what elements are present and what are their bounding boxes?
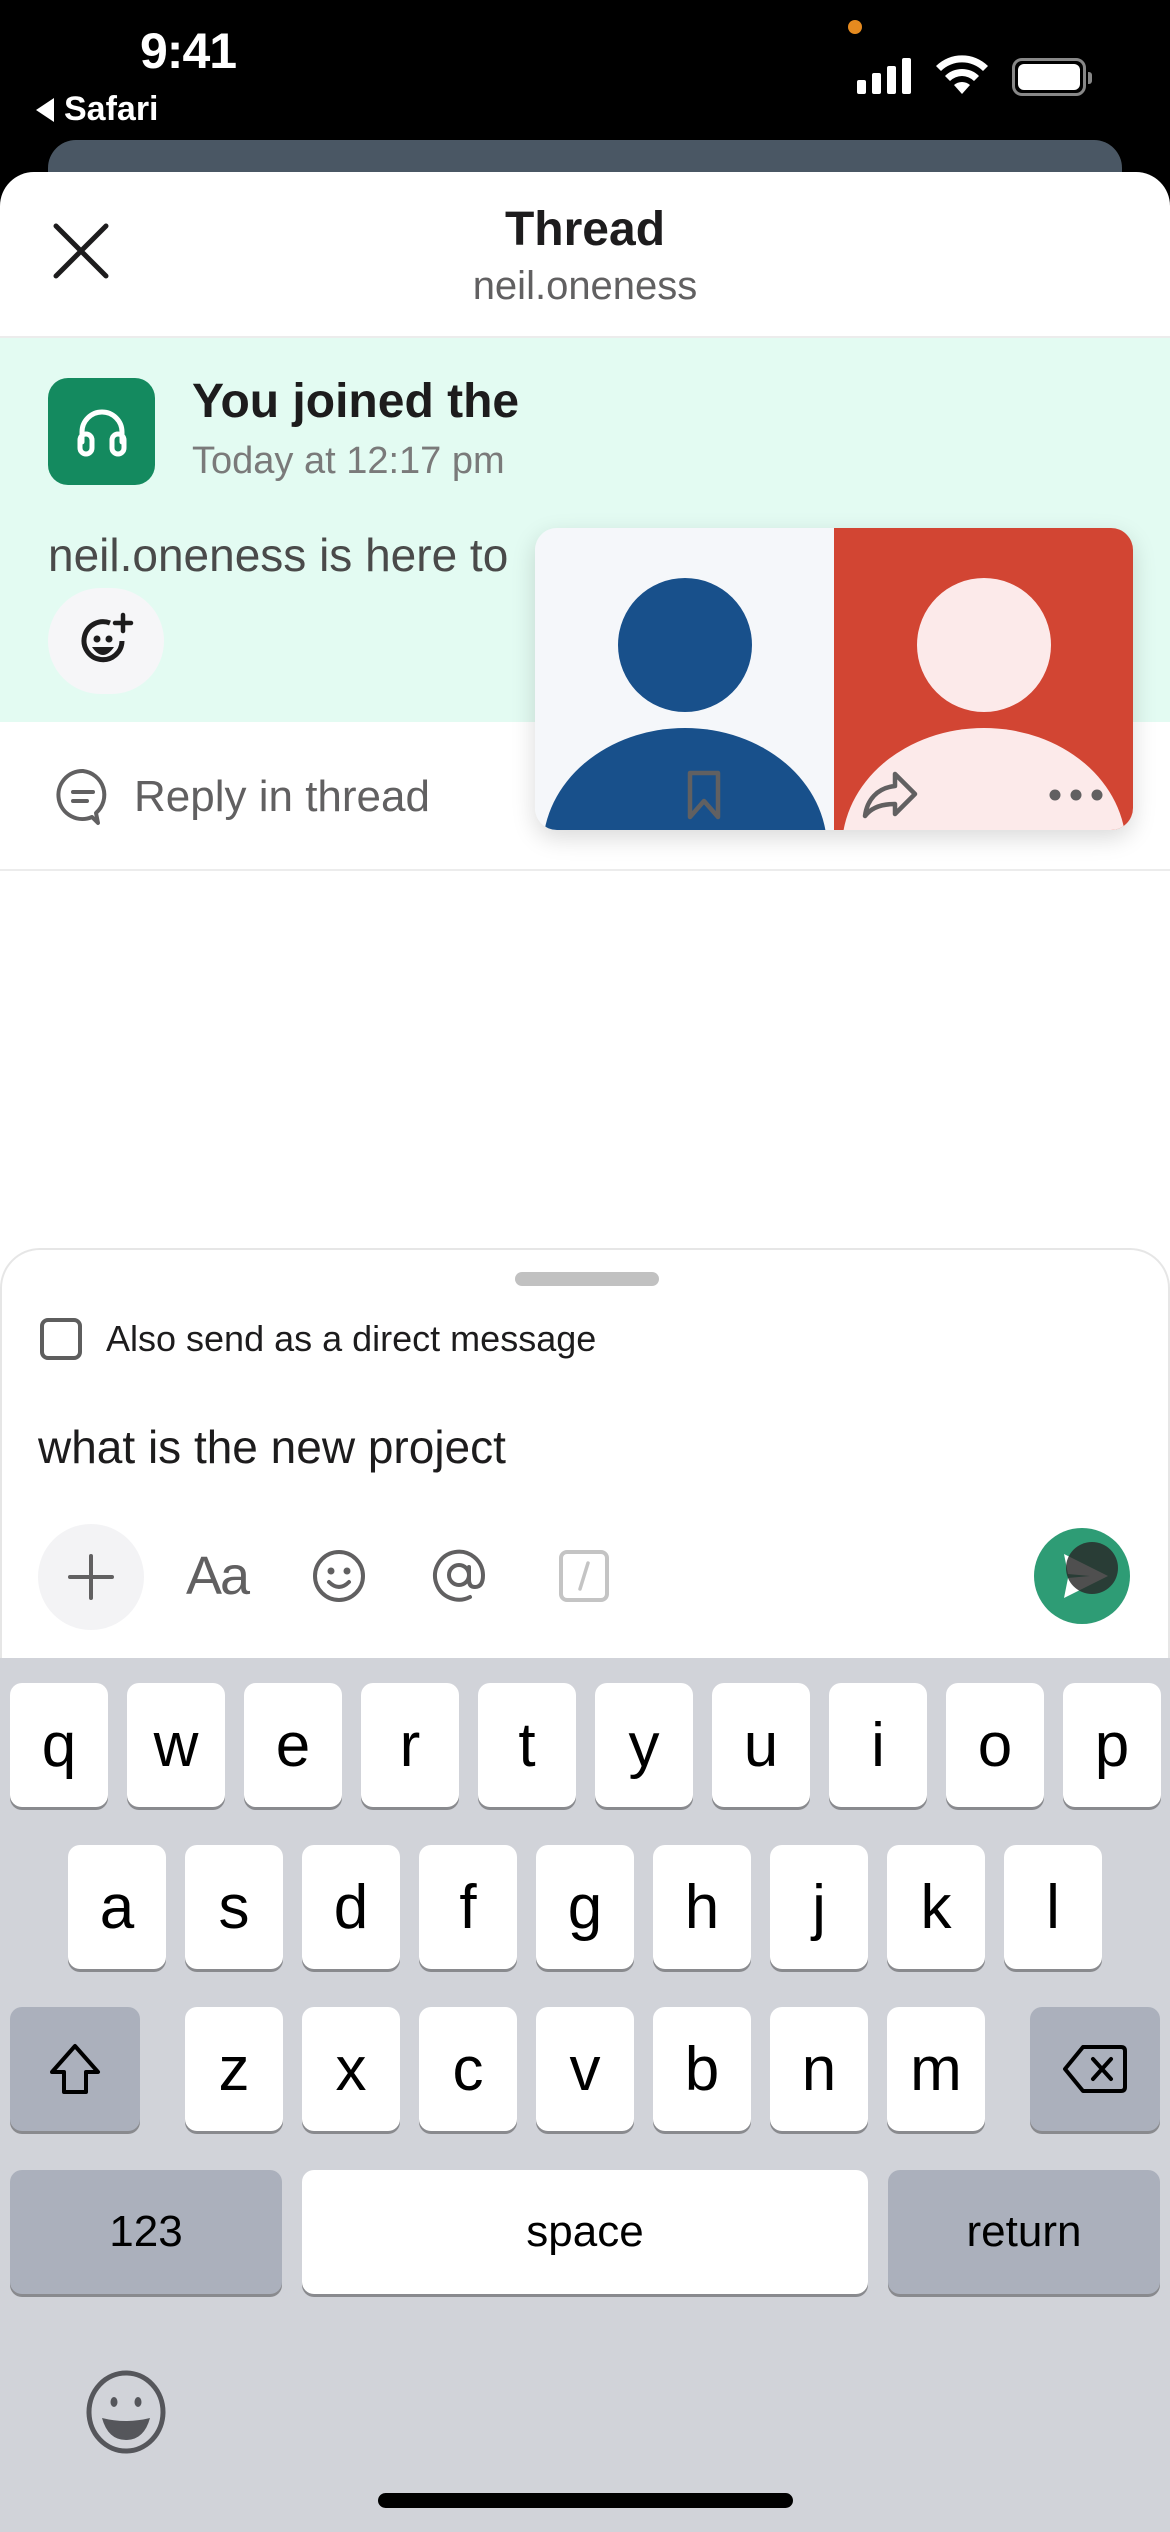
format-text-button[interactable]: Aa: [182, 1544, 252, 1608]
backspace-key[interactable]: [1030, 2007, 1160, 2131]
back-to-safari-link[interactable]: Safari: [36, 90, 159, 129]
numbers-key[interactable]: 123: [10, 2170, 282, 2294]
person-icon-head: [617, 578, 752, 712]
emoji-button[interactable]: [307, 1544, 371, 1608]
key-w[interactable]: w: [127, 1683, 225, 1807]
add-reaction-icon: [81, 612, 134, 663]
key-e[interactable]: e: [244, 1683, 342, 1807]
mic-indicator-dot: [848, 20, 862, 34]
page-title: Thread: [504, 203, 666, 256]
back-triangle-icon: [36, 97, 54, 122]
key-r[interactable]: r: [361, 1683, 459, 1807]
key-b[interactable]: b: [653, 2007, 751, 2131]
message-title: You joined the: [192, 375, 520, 428]
headphones-icon: [77, 409, 126, 456]
key-t[interactable]: t: [478, 1683, 576, 1807]
back-app-label: Safari: [64, 90, 159, 128]
message-composer: Also send as a direct message Aa: [0, 1248, 1170, 1658]
key-h[interactable]: h: [653, 1845, 751, 1969]
key-o[interactable]: o: [946, 1683, 1044, 1807]
status-bar: 9:41 Safari: [0, 0, 1170, 140]
key-n[interactable]: n: [770, 2007, 868, 2131]
key-g[interactable]: g: [536, 1845, 634, 1969]
thread-header: Thread neil.oneness: [0, 172, 1170, 338]
more-icon: [1049, 789, 1103, 801]
share-icon: [862, 771, 918, 819]
shift-key[interactable]: [10, 2007, 140, 2131]
key-j[interactable]: j: [770, 1845, 868, 1969]
composer-drag-handle[interactable]: [515, 1272, 659, 1286]
keyboard: qwertyuiop asdfghjkl zxcvbnm 123 space r…: [0, 1658, 1170, 2532]
bookmark-button[interactable]: [674, 765, 734, 825]
plus-icon: [68, 1554, 114, 1600]
key-f[interactable]: f: [419, 1845, 517, 1969]
share-button[interactable]: [860, 765, 920, 825]
also-send-dm-label: Also send as a direct message: [106, 1318, 597, 1359]
shift-icon: [50, 2044, 100, 2094]
backspace-icon: [1063, 2045, 1127, 2093]
reply-in-thread-button[interactable]: Reply in thread: [54, 767, 430, 827]
status-time: 9:41: [140, 23, 237, 79]
composer-toolbar: Aa: [2, 1520, 1170, 1630]
avatar[interactable]: [48, 378, 155, 485]
at-mention-icon: [433, 1549, 486, 1602]
add-attachment-button[interactable]: [38, 1524, 144, 1630]
emoji-icon: [313, 1550, 365, 1602]
touch-indicator: [1066, 1542, 1118, 1594]
key-y[interactable]: y: [595, 1683, 693, 1807]
wifi-icon: [936, 55, 988, 94]
format-text-icon: Aa: [185, 1546, 250, 1606]
key-c[interactable]: c: [419, 2007, 517, 2131]
key-l[interactable]: l: [1004, 1845, 1102, 1969]
also-send-dm-option[interactable]: Also send as a direct message: [40, 1318, 596, 1360]
slash-command-button[interactable]: [552, 1544, 616, 1608]
message-actions-bar: Reply in thread: [0, 723, 1170, 871]
more-actions-button[interactable]: [1046, 765, 1106, 825]
thread-sheet: Thread neil.oneness You joined the Today…: [0, 172, 1170, 2532]
message-input[interactable]: [38, 1420, 1038, 1474]
key-m[interactable]: m: [887, 2007, 985, 2131]
mention-button[interactable]: [427, 1544, 491, 1608]
reply-label: Reply in thread: [134, 772, 430, 821]
person-icon-head: [916, 578, 1051, 712]
cellular-signal-icon: [857, 58, 911, 94]
key-q[interactable]: q: [10, 1683, 108, 1807]
add-reaction-button[interactable]: [48, 588, 164, 694]
thread-reply-icon: [56, 768, 107, 825]
battery-icon: [1012, 58, 1092, 96]
key-v[interactable]: v: [536, 2007, 634, 2131]
key-p[interactable]: p: [1063, 1683, 1161, 1807]
key-k[interactable]: k: [887, 1845, 985, 1969]
message-body: neil.oneness is here to: [48, 529, 509, 581]
key-u[interactable]: u: [712, 1683, 810, 1807]
key-d[interactable]: d: [302, 1845, 400, 1969]
slash-command-icon: [559, 1550, 609, 1602]
message-timestamp: Today at 12:17 pm: [192, 440, 505, 482]
bookmark-icon: [687, 770, 721, 820]
also-send-dm-checkbox[interactable]: [40, 1318, 82, 1360]
key-s[interactable]: s: [185, 1845, 283, 1969]
return-key[interactable]: return: [888, 2170, 1160, 2294]
key-z[interactable]: z: [185, 2007, 283, 2131]
home-indicator: [378, 2493, 793, 2508]
key-a[interactable]: a: [68, 1845, 166, 1969]
emoji-keyboard-icon[interactable]: [86, 2370, 166, 2454]
key-x[interactable]: x: [302, 2007, 400, 2131]
key-i[interactable]: i: [829, 1683, 927, 1807]
space-key[interactable]: space: [302, 2170, 868, 2294]
page-subtitle: neil.oneness: [472, 264, 698, 308]
message-item[interactable]: You joined the Today at 12:17 pm neil.on…: [0, 338, 1170, 830]
